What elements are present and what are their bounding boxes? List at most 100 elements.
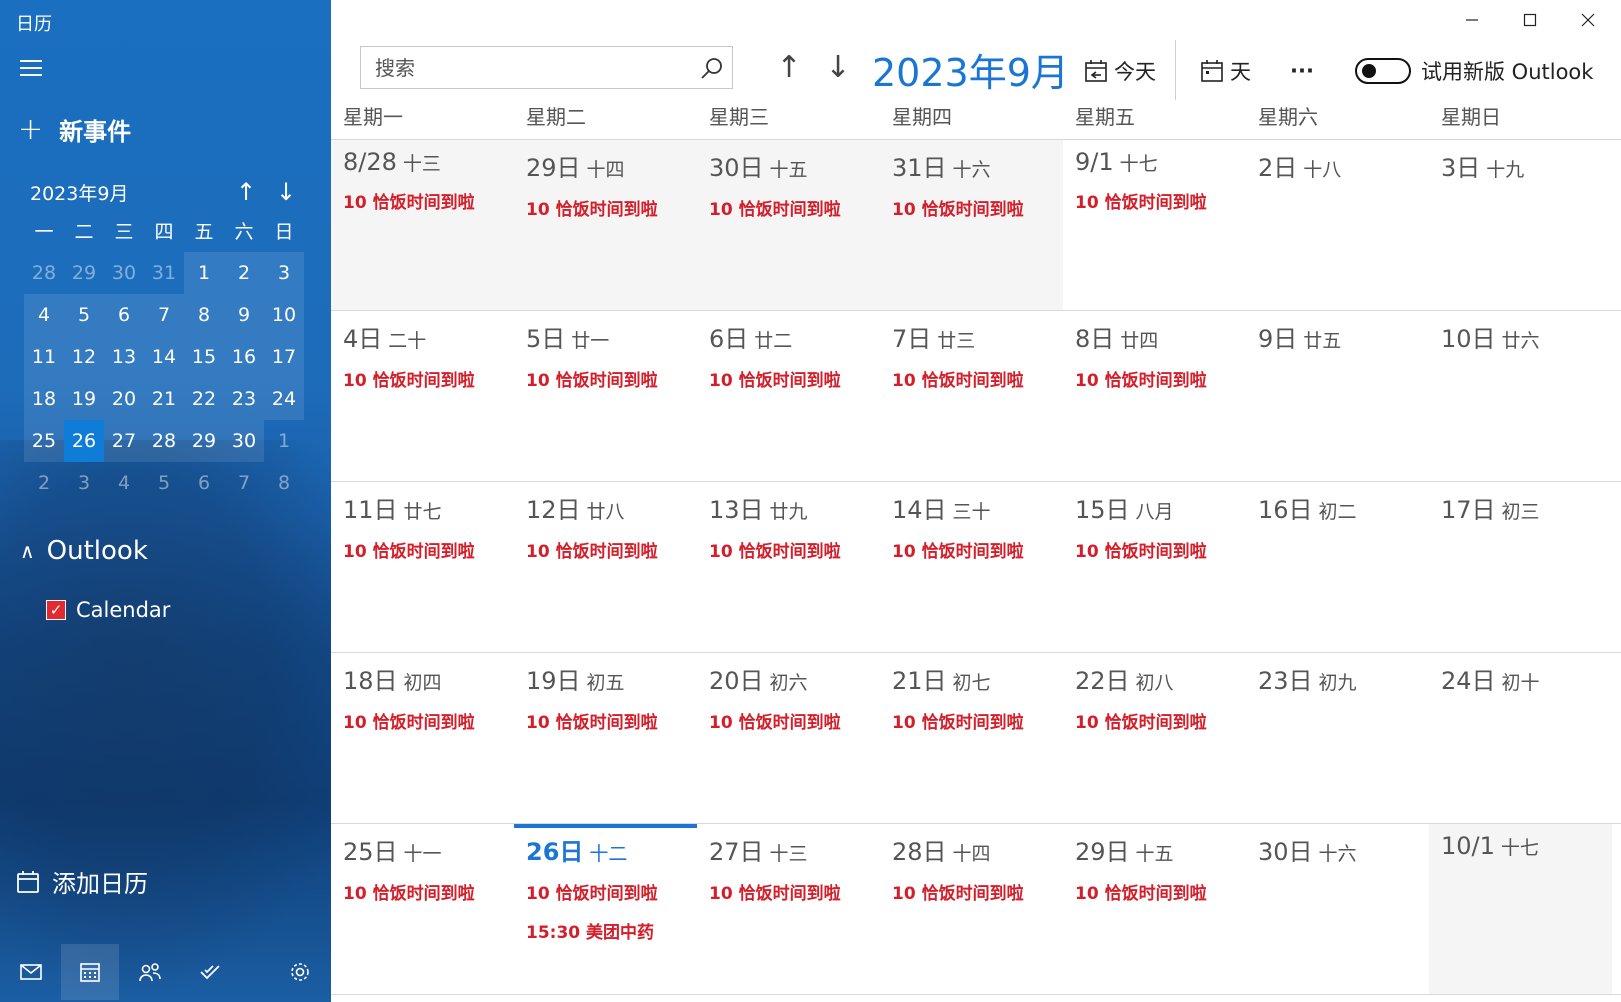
mini-day[interactable]: 24 <box>264 378 304 420</box>
mini-day[interactable]: 14 <box>144 336 184 378</box>
calendar-item[interactable]: ✓ Calendar <box>46 598 170 622</box>
day-cell[interactable]: 9日 廿五 <box>1246 311 1429 481</box>
event-item[interactable]: 10 恰饭时间到啦 <box>1075 188 1246 213</box>
mini-day[interactable]: 2 <box>224 252 264 294</box>
event-item[interactable]: 10 恰饭时间到啦 <box>526 366 697 391</box>
close-button[interactable] <box>1560 0 1616 40</box>
day-cell[interactable]: 6日 廿二 10 恰饭时间到啦 <box>697 311 880 481</box>
mini-day[interactable]: 27 <box>104 420 144 462</box>
mini-day[interactable]: 11 <box>24 336 64 378</box>
event-item[interactable]: 10 恰饭时间到啦 <box>526 708 697 733</box>
day-cell[interactable]: 21日 初七 10 恰饭时间到啦 <box>880 653 1063 823</box>
month-title[interactable]: 2023年9月 <box>872 42 1069 97</box>
day-cell-today[interactable]: 26日 十二 10 恰饭时间到啦 15:30 美团中药 <box>514 824 697 994</box>
day-cell[interactable]: 30日 十六 <box>1246 824 1429 994</box>
mini-day[interactable]: 30 <box>104 252 144 294</box>
mini-day[interactable]: 6 <box>104 294 144 336</box>
event-item[interactable]: 15:30 美团中药 <box>526 918 697 943</box>
day-cell[interactable]: 25日 十一 10 恰饭时间到啦 <box>331 824 514 994</box>
mini-day[interactable]: 1 <box>184 252 224 294</box>
event-item[interactable]: 10 恰饭时间到啦 <box>709 879 880 904</box>
mini-day[interactable]: 7 <box>224 462 264 504</box>
settings-icon[interactable] <box>271 944 329 1000</box>
day-cell[interactable]: 28日 十四 10 恰饭时间到啦 <box>880 824 1063 994</box>
mini-day[interactable]: 4 <box>104 462 144 504</box>
mini-day[interactable]: 21 <box>144 378 184 420</box>
mini-day[interactable]: 1 <box>264 420 304 462</box>
mini-day[interactable]: 20 <box>104 378 144 420</box>
maximize-button[interactable] <box>1502 0 1558 40</box>
event-item[interactable]: 10 恰饭时间到啦 <box>343 537 514 562</box>
minimize-button[interactable] <box>1444 0 1500 40</box>
mini-day[interactable]: 10 <box>264 294 304 336</box>
event-item[interactable]: 10 恰饭时间到啦 <box>892 708 1063 733</box>
day-cell[interactable]: 20日 初六 10 恰饭时间到啦 <box>697 653 880 823</box>
event-item[interactable]: 10 恰饭时间到啦 <box>343 188 514 213</box>
event-item[interactable]: 10 恰饭时间到啦 <box>1075 537 1246 562</box>
day-cell[interactable]: 19日 初五 10 恰饭时间到啦 <box>514 653 697 823</box>
day-cell[interactable]: 10日 廿六 <box>1429 311 1612 481</box>
outlook-account-toggle[interactable]: ∧ Outlook <box>20 536 148 566</box>
event-item[interactable]: 10 恰饭时间到啦 <box>709 537 880 562</box>
day-cell[interactable]: 7日 廿三 10 恰饭时间到啦 <box>880 311 1063 481</box>
day-cell[interactable]: 17日 初三 <box>1429 482 1612 652</box>
mini-day[interactable]: 7 <box>144 294 184 336</box>
todo-icon[interactable] <box>181 944 239 1000</box>
search-input[interactable] <box>361 47 692 88</box>
event-item[interactable]: 10 恰饭时间到啦 <box>1075 708 1246 733</box>
arrow-up-icon[interactable]: ↑ <box>226 178 266 206</box>
mini-day[interactable]: 28 <box>144 420 184 462</box>
day-cell[interactable]: 16日 初二 <box>1246 482 1429 652</box>
toggle-switch[interactable] <box>1355 58 1411 84</box>
day-cell[interactable]: 11日 廿七 10 恰饭时间到啦 <box>331 482 514 652</box>
event-item[interactable]: 10 恰饭时间到啦 <box>892 537 1063 562</box>
mini-day[interactable]: 3 <box>264 252 304 294</box>
search-icon[interactable] <box>692 48 732 88</box>
mini-day[interactable]: 28 <box>24 252 64 294</box>
new-event-button[interactable]: + 新事件 <box>18 112 131 147</box>
mini-day[interactable]: 15 <box>184 336 224 378</box>
day-cell[interactable]: 31日 十六 10 恰饭时间到啦 <box>880 140 1063 310</box>
mini-day[interactable]: 25 <box>24 420 64 462</box>
day-cell[interactable]: 27日 十三 10 恰饭时间到啦 <box>697 824 880 994</box>
mini-day[interactable]: 5 <box>64 294 104 336</box>
event-item[interactable]: 10 恰饭时间到啦 <box>343 708 514 733</box>
add-calendar-button[interactable]: 添加日历 <box>16 864 148 899</box>
day-cell[interactable]: 10/1 十七 <box>1429 824 1612 994</box>
event-item[interactable]: 10 恰饭时间到啦 <box>892 366 1063 391</box>
mini-day[interactable]: 12 <box>64 336 104 378</box>
event-item[interactable]: 10 恰饭时间到啦 <box>343 366 514 391</box>
previous-month-button[interactable]: ↑ <box>767 46 811 90</box>
today-button[interactable]: 今天 <box>1084 52 1156 90</box>
mini-day[interactable]: 8 <box>264 462 304 504</box>
mini-day[interactable]: 26 <box>64 420 104 462</box>
mini-day[interactable]: 29 <box>184 420 224 462</box>
next-month-button[interactable]: ↓ <box>816 46 860 90</box>
mini-day[interactable]: 13 <box>104 336 144 378</box>
day-cell[interactable]: 12日 廿八 10 恰饭时间到啦 <box>514 482 697 652</box>
mini-day[interactable]: 29 <box>64 252 104 294</box>
arrow-down-icon[interactable]: ↓ <box>266 178 306 206</box>
menu-icon[interactable] <box>20 60 42 78</box>
day-cell[interactable]: 13日 廿九 10 恰饭时间到啦 <box>697 482 880 652</box>
mini-calendar-month[interactable]: 2023年9月 <box>24 179 226 206</box>
mini-day[interactable]: 31 <box>144 252 184 294</box>
mini-day[interactable]: 30 <box>224 420 264 462</box>
event-item[interactable]: 10 恰饭时间到啦 <box>526 537 697 562</box>
mini-day[interactable]: 6 <box>184 462 224 504</box>
calendar-icon[interactable] <box>61 944 119 1000</box>
mini-day[interactable]: 3 <box>64 462 104 504</box>
mini-day[interactable]: 4 <box>24 294 64 336</box>
day-cell[interactable]: 15日 八月 10 恰饭时间到啦 <box>1063 482 1246 652</box>
event-item[interactable]: 10 恰饭时间到啦 <box>343 879 514 904</box>
new-outlook-toggle[interactable]: 试用新版 Outlook <box>1355 52 1593 90</box>
event-item[interactable]: 10 恰饭时间到啦 <box>526 879 697 904</box>
day-cell[interactable]: 14日 三十 10 恰饭时间到啦 <box>880 482 1063 652</box>
day-cell[interactable]: 24日 初十 <box>1429 653 1612 823</box>
day-cell[interactable]: 29日 十五 10 恰饭时间到啦 <box>1063 824 1246 994</box>
mini-day[interactable]: 22 <box>184 378 224 420</box>
view-day-button[interactable]: 天 <box>1200 52 1251 90</box>
mini-day[interactable]: 9 <box>224 294 264 336</box>
mini-day[interactable]: 2 <box>24 462 64 504</box>
mail-icon[interactable] <box>2 944 60 1000</box>
